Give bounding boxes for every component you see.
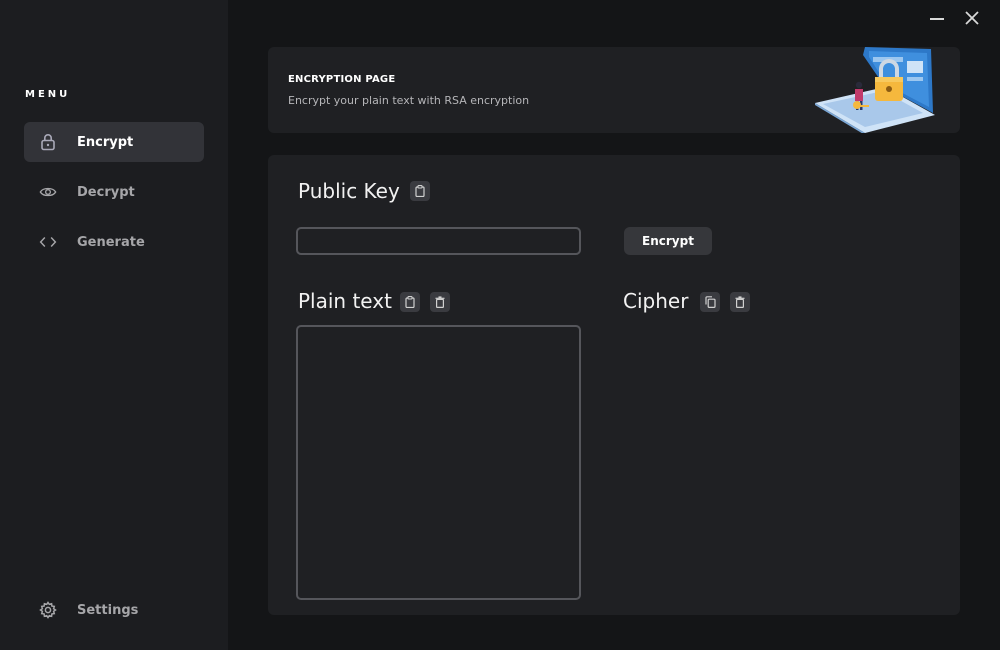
sidebar: MENU Encrypt Decrypt Generate Settings <box>0 0 228 650</box>
minimize-icon <box>929 10 945 30</box>
eye-icon <box>39 183 57 201</box>
cipher-output <box>623 325 933 600</box>
page-title: ENCRYPTION PAGE <box>288 74 396 85</box>
plain-text-input[interactable] <box>296 325 581 600</box>
sidebar-item-label: Generate <box>77 234 145 250</box>
sidebar-item-label: Decrypt <box>77 184 135 200</box>
copy-icon <box>704 293 716 312</box>
sidebar-item-decrypt[interactable]: Decrypt <box>24 172 204 212</box>
clipboard-icon <box>405 293 415 312</box>
copy-cipher-button[interactable] <box>700 292 720 312</box>
sidebar-item-generate[interactable]: Generate <box>24 222 204 262</box>
page-header-card: ENCRYPTION PAGE Encrypt your plain text … <box>268 47 960 133</box>
trash-icon <box>435 293 445 312</box>
sidebar-item-label: Encrypt <box>77 134 134 150</box>
code-icon <box>39 233 57 251</box>
app-window: MENU Encrypt Decrypt Generate Settings E… <box>0 0 1000 650</box>
page-subtitle: Encrypt your plain text with RSA encrypt… <box>288 94 530 107</box>
plain-text-title: Plain text <box>298 289 392 313</box>
gear-icon <box>39 601 57 619</box>
sidebar-item-encrypt[interactable]: Encrypt <box>24 122 204 162</box>
public-key-input[interactable] <box>296 227 581 255</box>
paste-public-key-button[interactable] <box>410 181 430 201</box>
clear-cipher-button[interactable] <box>730 292 750 312</box>
sidebar-item-settings[interactable]: Settings <box>24 590 204 630</box>
minimize-button[interactable] <box>927 10 947 30</box>
close-icon <box>964 10 980 30</box>
paste-plain-text-button[interactable] <box>400 292 420 312</box>
laptop-lock-illustration <box>813 47 938 133</box>
settings-label: Settings <box>77 602 139 618</box>
close-button[interactable] <box>962 10 982 30</box>
menu-label: MENU <box>25 89 71 100</box>
cipher-title: Cipher <box>623 289 689 313</box>
encrypt-button[interactable]: Encrypt <box>624 227 712 255</box>
clipboard-icon <box>415 182 425 201</box>
trash-icon <box>735 293 745 312</box>
clear-plain-text-button[interactable] <box>430 292 450 312</box>
encrypt-panel: Public Key Encrypt Plain text Cipher <box>268 155 960 615</box>
public-key-title: Public Key <box>298 179 400 203</box>
lock-icon <box>39 133 57 151</box>
